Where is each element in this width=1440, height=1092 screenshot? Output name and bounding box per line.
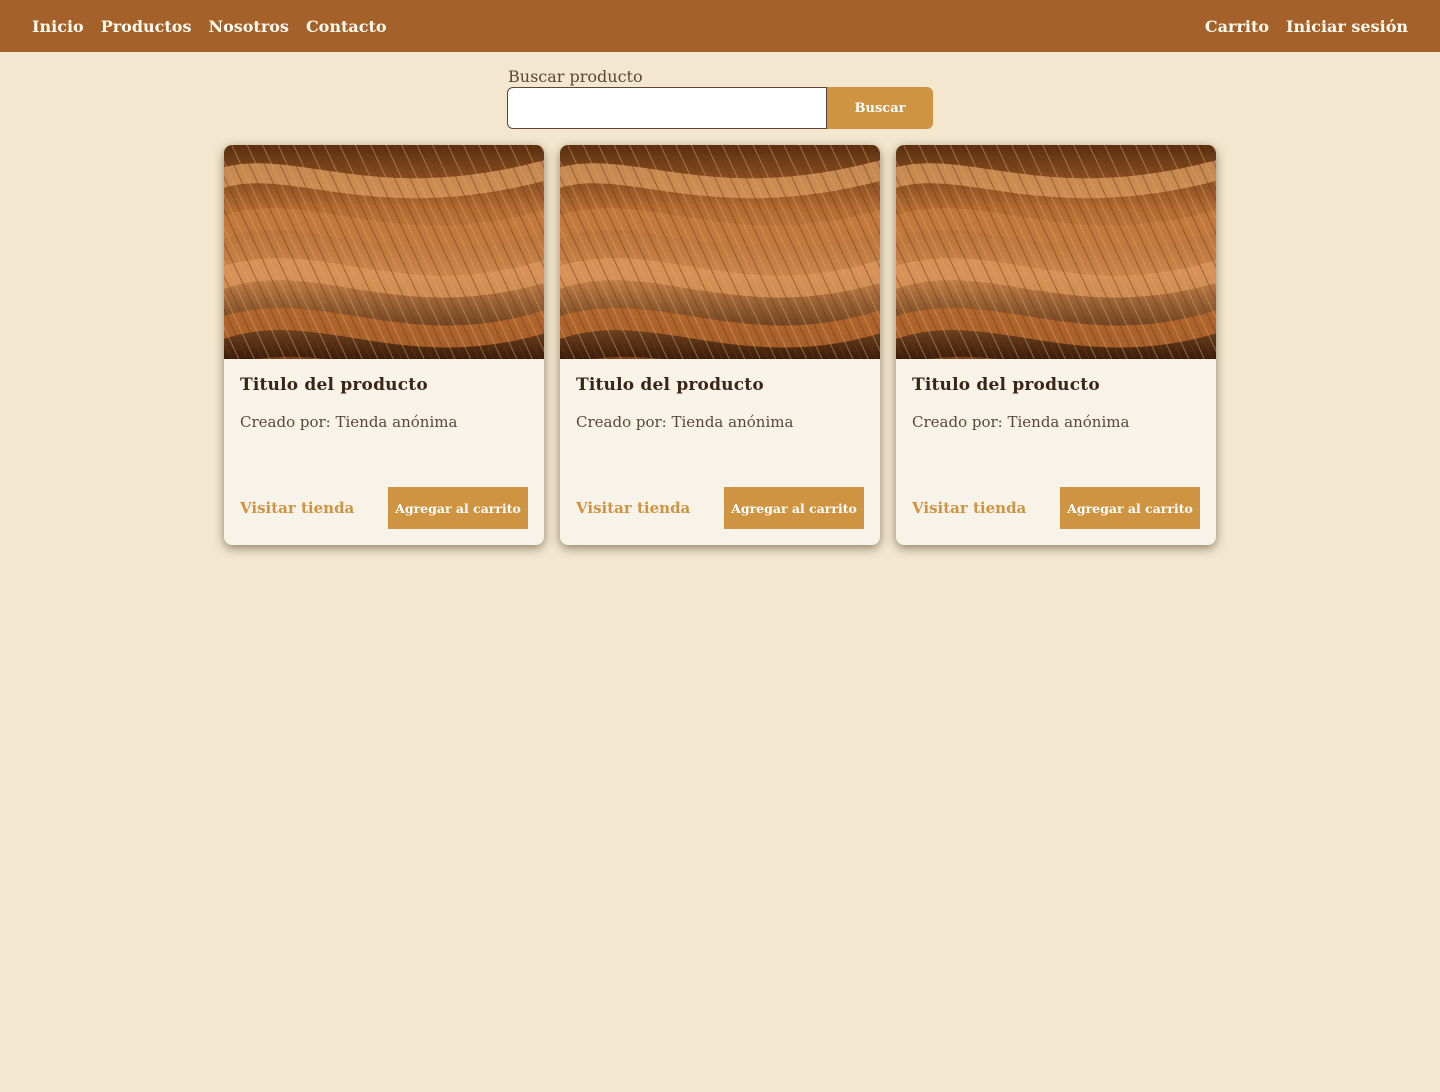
add-to-cart-button[interactable]: Agregar al carrito xyxy=(724,487,864,529)
product-title: Titulo del producto xyxy=(240,375,428,395)
search-button[interactable]: Buscar xyxy=(827,87,933,129)
visit-store-link[interactable]: Visitar tienda xyxy=(912,499,1026,517)
nav-link-carrito[interactable]: Carrito xyxy=(1205,17,1269,36)
product-image xyxy=(896,145,1216,359)
add-to-cart-button[interactable]: Agregar al carrito xyxy=(388,487,528,529)
card-actions: Visitar tienda Agregar al carrito xyxy=(240,487,528,529)
card-actions: Visitar tienda Agregar al carrito xyxy=(912,487,1200,529)
nav-left: Inicio Productos Nosotros Contacto xyxy=(32,17,387,36)
product-title: Titulo del producto xyxy=(912,375,1100,395)
nav-link-login[interactable]: Iniciar sesión xyxy=(1286,17,1408,36)
product-author: Creado por: Tienda anónima xyxy=(576,413,794,431)
search-label: Buscar producto xyxy=(508,67,643,86)
product-image xyxy=(560,145,880,359)
nav-link-productos[interactable]: Productos xyxy=(101,17,192,36)
product-card: Titulo del producto Creado por: Tienda a… xyxy=(224,145,544,545)
search-input[interactable] xyxy=(507,87,827,129)
add-to-cart-button[interactable]: Agregar al carrito xyxy=(1060,487,1200,529)
search-section: Buscar producto Buscar xyxy=(507,67,933,129)
nav-link-contacto[interactable]: Contacto xyxy=(306,17,387,36)
nav-right: Carrito Iniciar sesión xyxy=(1205,17,1408,36)
product-author: Creado por: Tienda anónima xyxy=(240,413,458,431)
product-card: Titulo del producto Creado por: Tienda a… xyxy=(896,145,1216,545)
nav-link-nosotros[interactable]: Nosotros xyxy=(208,17,288,36)
visit-store-link[interactable]: Visitar tienda xyxy=(240,499,354,517)
product-image xyxy=(224,145,544,359)
product-author: Creado por: Tienda anónima xyxy=(912,413,1130,431)
search-row: Buscar xyxy=(507,87,933,129)
nav-link-inicio[interactable]: Inicio xyxy=(32,17,84,36)
card-actions: Visitar tienda Agregar al carrito xyxy=(576,487,864,529)
product-title: Titulo del producto xyxy=(576,375,764,395)
visit-store-link[interactable]: Visitar tienda xyxy=(576,499,690,517)
top-navbar: Inicio Productos Nosotros Contacto Carri… xyxy=(0,0,1440,52)
product-grid: Titulo del producto Creado por: Tienda a… xyxy=(0,145,1440,545)
product-card: Titulo del producto Creado por: Tienda a… xyxy=(560,145,880,545)
